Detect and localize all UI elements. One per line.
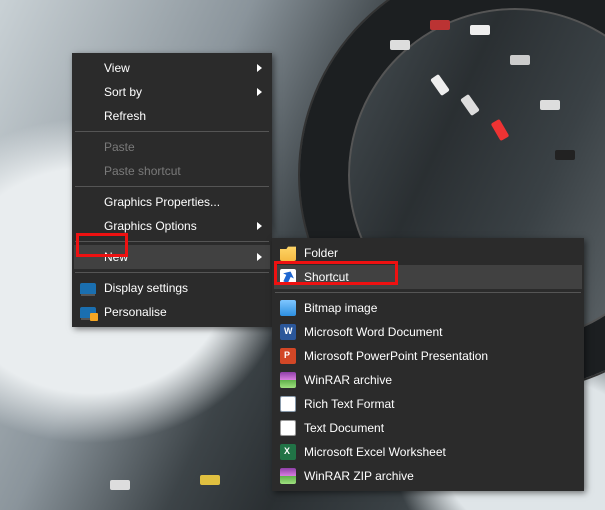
menu-item-label: Refresh xyxy=(104,109,146,123)
menu-item-paste: Paste xyxy=(74,135,270,159)
menu-item-refresh[interactable]: Refresh xyxy=(74,104,270,128)
rtf-icon xyxy=(280,396,296,412)
menu-separator xyxy=(75,131,269,132)
menu-item-display-settings[interactable]: Display settings xyxy=(74,276,270,300)
submenu-arrow-icon xyxy=(257,64,262,72)
personalise-icon xyxy=(80,304,96,320)
submenu-item-text-doc[interactable]: Text Document xyxy=(274,416,582,440)
submenu-item-bitmap[interactable]: Bitmap image xyxy=(274,296,582,320)
menu-item-label: New xyxy=(104,250,128,264)
new-submenu: Folder Shortcut Bitmap image W Microsoft… xyxy=(272,238,584,491)
menu-item-label: Text Document xyxy=(304,421,384,435)
menu-item-label: Rich Text Format xyxy=(304,397,394,411)
submenu-item-powerpoint[interactable]: P Microsoft PowerPoint Presentation xyxy=(274,344,582,368)
menu-item-label: View xyxy=(104,61,130,75)
wallpaper-car xyxy=(200,475,220,485)
wallpaper-car xyxy=(555,150,575,160)
submenu-item-rtf[interactable]: Rich Text Format xyxy=(274,392,582,416)
menu-item-paste-shortcut: Paste shortcut xyxy=(74,159,270,183)
winrar-icon xyxy=(280,372,296,388)
menu-separator xyxy=(75,241,269,242)
submenu-arrow-icon xyxy=(257,88,262,96)
menu-item-personalise[interactable]: Personalise xyxy=(74,300,270,324)
submenu-arrow-icon xyxy=(257,253,262,261)
submenu-item-shortcut[interactable]: Shortcut xyxy=(274,265,582,289)
menu-item-label: Sort by xyxy=(104,85,142,99)
submenu-item-folder[interactable]: Folder xyxy=(274,241,582,265)
menu-item-graphics-properties[interactable]: Graphics Properties... xyxy=(74,190,270,214)
menu-item-label: Paste shortcut xyxy=(104,164,181,178)
submenu-item-word-doc[interactable]: W Microsoft Word Document xyxy=(274,320,582,344)
menu-item-sort-by[interactable]: Sort by xyxy=(74,80,270,104)
winrar-zip-icon xyxy=(280,468,296,484)
menu-item-label: Shortcut xyxy=(304,270,349,284)
excel-icon: X xyxy=(280,444,296,460)
folder-icon xyxy=(280,245,296,261)
menu-item-label: Graphics Options xyxy=(104,219,197,233)
wallpaper-car xyxy=(430,20,450,30)
submenu-arrow-icon xyxy=(257,222,262,230)
bitmap-icon xyxy=(280,300,296,316)
menu-item-label: Folder xyxy=(304,246,338,260)
wallpaper-car xyxy=(540,100,560,110)
menu-item-new[interactable]: New xyxy=(74,245,270,269)
submenu-item-winrar[interactable]: WinRAR archive xyxy=(274,368,582,392)
menu-item-label: WinRAR archive xyxy=(304,373,392,387)
wallpaper-car xyxy=(470,25,490,35)
menu-separator xyxy=(275,292,581,293)
menu-item-view[interactable]: View xyxy=(74,56,270,80)
menu-item-label: Microsoft PowerPoint Presentation xyxy=(304,349,488,363)
menu-item-label: Paste xyxy=(104,140,135,154)
menu-item-label: Microsoft Excel Worksheet xyxy=(304,445,446,459)
menu-item-label: Personalise xyxy=(104,305,167,319)
menu-item-label: Display settings xyxy=(104,281,188,295)
powerpoint-icon: P xyxy=(280,348,296,364)
menu-item-label: WinRAR ZIP archive xyxy=(304,469,414,483)
menu-item-label: Bitmap image xyxy=(304,301,377,315)
submenu-item-excel[interactable]: X Microsoft Excel Worksheet xyxy=(274,440,582,464)
menu-separator xyxy=(75,186,269,187)
submenu-item-winrar-zip[interactable]: WinRAR ZIP archive xyxy=(274,464,582,488)
desktop-context-menu: View Sort by Refresh Paste Paste shortcu… xyxy=(72,53,272,327)
text-doc-icon xyxy=(280,420,296,436)
shortcut-icon xyxy=(280,269,296,285)
menu-separator xyxy=(75,272,269,273)
wallpaper-car xyxy=(110,480,130,490)
menu-item-label: Graphics Properties... xyxy=(104,195,220,209)
menu-item-label: Microsoft Word Document xyxy=(304,325,443,339)
menu-item-graphics-options[interactable]: Graphics Options xyxy=(74,214,270,238)
word-icon: W xyxy=(280,324,296,340)
wallpaper-car xyxy=(390,40,410,50)
display-settings-icon xyxy=(80,280,96,296)
wallpaper-car xyxy=(510,55,530,65)
